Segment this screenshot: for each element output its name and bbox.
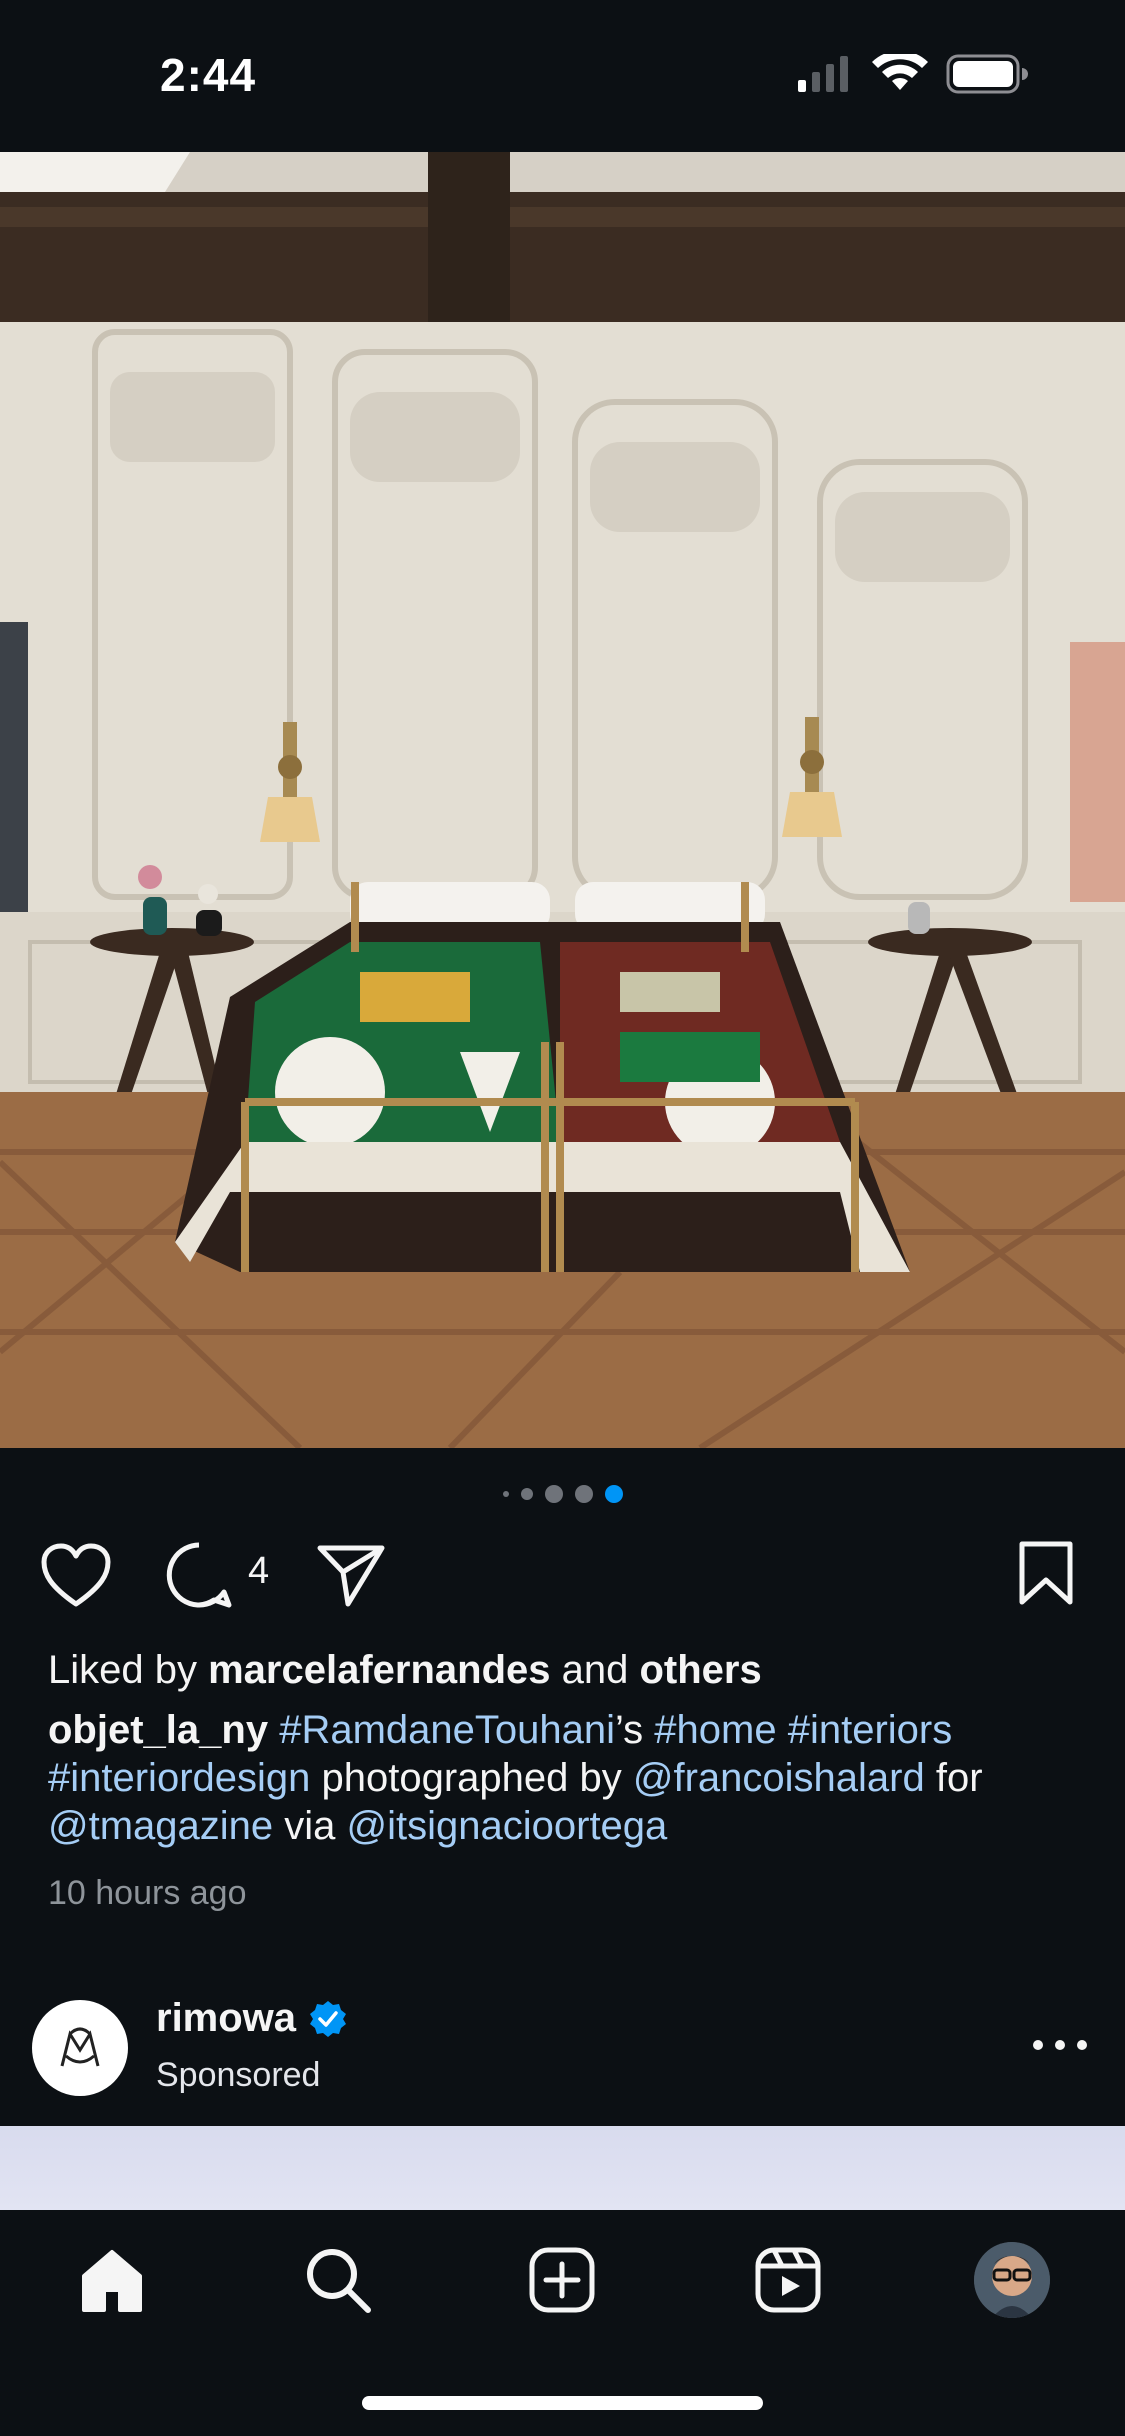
- home-icon: [82, 2250, 142, 2312]
- post-caption: objet_la_ny #RamdaneTouhani’s #home #int…: [48, 1706, 1088, 1850]
- post-timestamp: 10 hours ago: [48, 1874, 247, 1912]
- share-send-icon[interactable]: [316, 1542, 386, 1608]
- caption-text: photographed by: [310, 1756, 633, 1800]
- hashtag[interactable]: #interiordesign: [48, 1756, 310, 1800]
- liked-by-user[interactable]: marcelafernandes: [208, 1648, 550, 1692]
- comment-count: 4: [248, 1550, 270, 1592]
- rimowa-logo-icon: [60, 2027, 100, 2067]
- wifi-icon: [872, 54, 928, 90]
- carousel-dot-active: [604, 1485, 623, 1503]
- reels-icon: [755, 2247, 821, 2313]
- more-options-icon[interactable]: [1030, 2030, 1090, 2060]
- status-icons: [798, 54, 1028, 94]
- verified-badge-icon: [310, 2000, 347, 2037]
- sponsor-username[interactable]: rimowa: [156, 1996, 296, 2041]
- hashtag[interactable]: #interiors: [788, 1708, 953, 1752]
- hashtag[interactable]: #home: [654, 1708, 776, 1752]
- caption-username[interactable]: objet_la_ny: [48, 1708, 268, 1752]
- battery-icon: [946, 54, 1028, 94]
- hashtag[interactable]: #RamdaneTouhani: [279, 1708, 615, 1752]
- nav-profile[interactable]: [972, 2240, 1052, 2320]
- bedroom-photo: [0, 152, 1125, 1448]
- carousel-dot: [502, 1491, 509, 1497]
- liked-by-others[interactable]: others: [639, 1648, 761, 1692]
- carousel-dots: [0, 1482, 1125, 1506]
- likes-prefix: Liked by: [48, 1648, 209, 1692]
- carousel-dot: [520, 1488, 533, 1500]
- sponsored-label: Sponsored: [156, 2056, 321, 2094]
- caption-text: for: [924, 1756, 983, 1800]
- caption-text: ’s: [615, 1708, 655, 1752]
- caption-text: via: [273, 1804, 347, 1848]
- sponsored-post-image[interactable]: [0, 2126, 1125, 2210]
- mention[interactable]: @itsignacioortega: [347, 1804, 668, 1848]
- likes-middle: and: [550, 1648, 640, 1692]
- like-heart-icon[interactable]: [40, 1542, 112, 1608]
- cellular-signal-icon: [798, 56, 848, 92]
- mention[interactable]: @francoishalard: [633, 1756, 925, 1800]
- likes-summary[interactable]: Liked by marcelafernandes and others: [48, 1648, 762, 1693]
- profile-avatar: [974, 2242, 1050, 2318]
- bookmark-icon[interactable]: [1018, 1540, 1074, 1606]
- carousel-dot: [544, 1485, 563, 1503]
- sponsor-avatar[interactable]: [32, 2000, 128, 2096]
- post-photo[interactable]: [0, 152, 1125, 1448]
- sponsor-name[interactable]: rimowa: [156, 1996, 348, 2041]
- nav-reels[interactable]: [748, 2240, 828, 2320]
- carousel-dot: [574, 1485, 593, 1503]
- home-indicator: [362, 2396, 763, 2410]
- create-icon: [529, 2247, 595, 2313]
- comment-icon[interactable]: [164, 1540, 234, 1610]
- nav-search[interactable]: [298, 2240, 378, 2320]
- nav-home[interactable]: [72, 2240, 152, 2320]
- mention[interactable]: @tmagazine: [48, 1804, 273, 1848]
- status-time: 2:44: [160, 49, 257, 101]
- profile-photo: [974, 2242, 1050, 2318]
- nav-create[interactable]: [522, 2240, 602, 2320]
- search-icon: [307, 2249, 371, 2313]
